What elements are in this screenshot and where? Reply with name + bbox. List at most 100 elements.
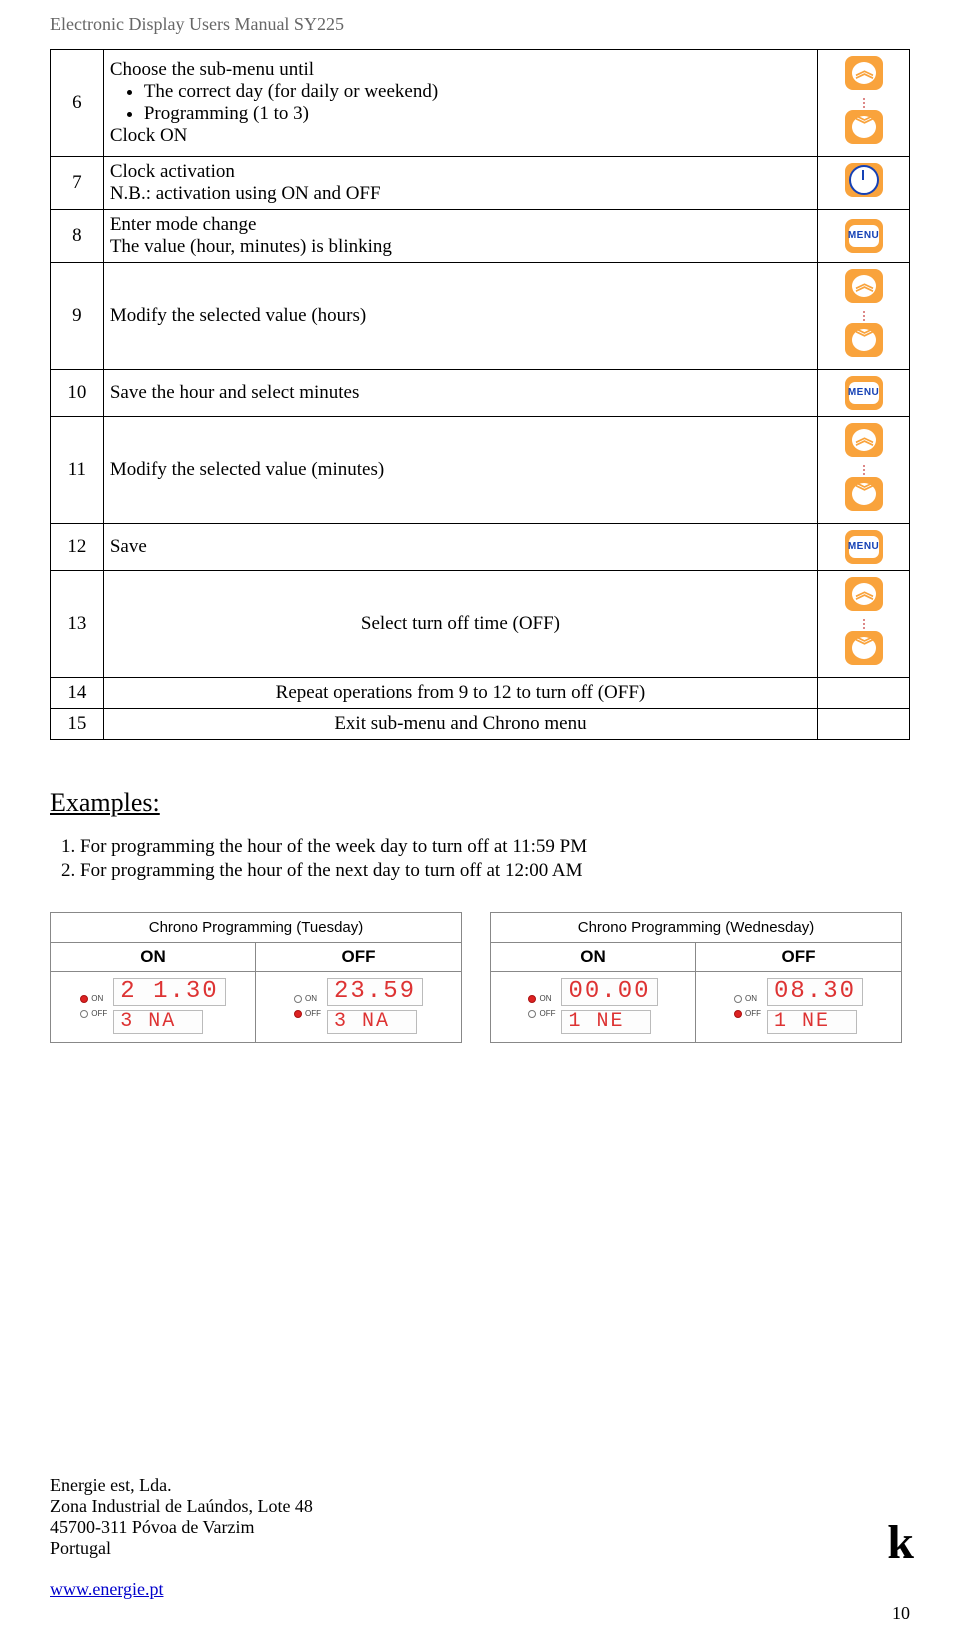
step-line: The value (hour, minutes) is blinking: [110, 236, 811, 258]
arrow-down-icon: [845, 631, 883, 665]
example-item: For programming the hour of the next day…: [80, 860, 910, 882]
icon-connector: [863, 465, 865, 475]
table-row: 8 Enter mode changeThe value (hour, minut…: [51, 210, 910, 263]
instruction-table: 6 Choose the sub-menu untilThe correct da…: [50, 49, 910, 740]
segment-block: 08.30 1 NE: [767, 978, 863, 1034]
led-label: ON: [745, 994, 757, 1003]
step-description: Modify the selected value (hours): [103, 263, 817, 370]
step-number: 9: [51, 263, 104, 370]
led-row: OFF: [80, 1009, 107, 1018]
step-description: Clock activationN.B.: activation using O…: [103, 157, 817, 210]
footer-addr1: Zona Industrial de Laúndos, Lote 48: [50, 1496, 910, 1517]
table-row: 10Save the hour and select minutesMENU: [51, 370, 910, 417]
page-number: 10: [892, 1603, 910, 1624]
step-number: 6: [51, 50, 104, 157]
seven-segment-display: 1 NE: [767, 1010, 857, 1034]
seven-segment-display: 3 NA: [113, 1010, 203, 1034]
icon-connector: [863, 311, 865, 321]
icon-connector: [863, 619, 865, 629]
step-bullet: Programming (1 to 3): [144, 103, 811, 125]
arrow-down-icon: [845, 477, 883, 511]
seven-segment-display: 08.30: [767, 978, 863, 1006]
menu-icon-label: MENU: [848, 542, 879, 552]
seven-segment-display: 2 1.30: [113, 978, 225, 1006]
arrow-up-icon: [845, 269, 883, 303]
led-label: OFF: [305, 1009, 321, 1018]
panel-display: ON OFF 00.00 1 NE: [491, 972, 695, 1042]
panel-body: ONONOFF00.001 NEOFFONOFF08.301 NE: [491, 943, 901, 1042]
arrow-down-icon: [845, 110, 883, 144]
step-icons: [818, 678, 910, 709]
arrow-down-icon: [845, 323, 883, 357]
step-line: Enter mode change: [110, 214, 811, 236]
step-line: Choose the sub-menu until: [110, 59, 811, 81]
led-group: ONOFF: [294, 994, 321, 1018]
table-row: 14Repeat operations from 9 to 12 to turn…: [51, 678, 910, 709]
panel-onoff-header: OFF: [256, 943, 461, 972]
step-line: Clock activation: [110, 161, 811, 183]
led-off-icon: [294, 995, 302, 1003]
led-group: ON OFF: [528, 994, 555, 1018]
seven-segment-display: 3 NA: [327, 1010, 417, 1034]
table-row: 7Clock activationN.B.: activation using …: [51, 157, 910, 210]
led-off-icon: [80, 1010, 88, 1018]
panel-half-on: ON ON OFF 2 1.30 3 NA: [51, 943, 256, 1042]
step-line: N.B.: activation using ON and OFF: [110, 183, 811, 205]
table-row: 6 Choose the sub-menu untilThe correct da…: [51, 50, 910, 157]
menu-icon: MENU: [845, 530, 883, 564]
seven-segment-display: 1 NE: [561, 1010, 651, 1034]
clock-icon: [845, 163, 883, 197]
step-number: 13: [51, 571, 104, 678]
step-number: 15: [51, 709, 104, 740]
step-line: Modify the selected value (minutes): [110, 459, 811, 481]
table-row: 12 Save MENU: [51, 524, 910, 571]
table-row: 15Exit sub-menu and Chrono menu: [51, 709, 910, 740]
panel-body: ONONOFF2 1.303 NAOFFONOFF23.593 NA: [51, 943, 461, 1042]
step-number: 12: [51, 524, 104, 571]
step-line: Save: [110, 536, 811, 558]
led-off-icon: [734, 995, 742, 1003]
led-row: OFF: [294, 1009, 321, 1018]
led-off-icon: [528, 1010, 536, 1018]
panel-half-off: OFF ON OFF 08.30 1 NE: [696, 943, 901, 1042]
arrow-up-icon: [845, 56, 883, 90]
led-label: ON: [91, 994, 103, 1003]
example-item: For programming the hour of the week day…: [80, 836, 910, 858]
led-row: ON: [734, 994, 761, 1003]
panel-display: ONOFF23.59 3 NA: [256, 972, 461, 1042]
step-icons: MENU: [818, 210, 910, 263]
panel-title: Chrono Programming (Wednesday): [491, 913, 901, 943]
led-on-icon: [80, 995, 88, 1003]
step-number: 8: [51, 210, 104, 263]
step-icons: MENU: [818, 524, 910, 571]
chrono-panel: Chrono Programming (Tuesday)ONONOFF2 1.3…: [50, 912, 462, 1043]
panel-onoff-header: ON: [51, 943, 255, 972]
footer-addr2: 45700-311 Póvoa de Varzim: [50, 1517, 910, 1538]
led-row: OFF: [528, 1009, 555, 1018]
panel-onoff-header: OFF: [696, 943, 901, 972]
led-label: OFF: [745, 1009, 761, 1018]
segment-block: 00.00 1 NE: [561, 978, 657, 1034]
led-label: OFF: [539, 1009, 555, 1018]
step-bullet: The correct day (for daily or weekend): [144, 81, 811, 103]
menu-icon-label: MENU: [848, 231, 879, 241]
step-description: Exit sub-menu and Chrono menu: [103, 709, 817, 740]
panel-half-on: ONON OFF00.00 1 NE: [491, 943, 696, 1042]
step-tail: Clock ON: [110, 125, 811, 147]
panel-display: ON OFF 2 1.30 3 NA: [51, 972, 255, 1042]
menu-icon-label: MENU: [848, 388, 879, 398]
step-description: Modify the selected value (minutes): [103, 417, 817, 524]
chrono-panel: Chrono Programming (Wednesday) ON ON OFF 00.…: [490, 912, 902, 1043]
panel-display: ON OFF 08.30 1 NE: [696, 972, 901, 1042]
led-row: OFF: [734, 1009, 761, 1018]
led-row: ON: [80, 994, 107, 1003]
seven-segment-display: 23.59: [327, 978, 423, 1006]
chrono-panels: Chrono Programming (Tuesday)ONONOFF2 1.3…: [50, 912, 910, 1043]
step-number: 7: [51, 157, 104, 210]
led-row: ON: [528, 994, 555, 1003]
footer-link[interactable]: www.energie.pt: [50, 1579, 163, 1599]
segment-block: 23.59 3 NA: [327, 978, 423, 1034]
step-description: Select turn off time (OFF): [103, 571, 817, 678]
seven-segment-display: 00.00: [561, 978, 657, 1006]
panel-title: Chrono Programming (Tuesday): [51, 913, 461, 943]
